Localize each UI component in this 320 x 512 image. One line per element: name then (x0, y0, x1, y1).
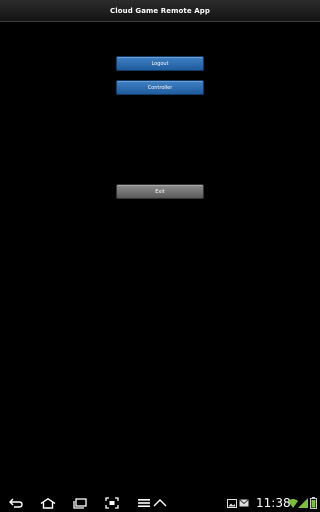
gallery-notification-icon (226, 497, 238, 509)
title-bar: Cloud Game Remote App (0, 0, 320, 22)
home-icon[interactable] (40, 497, 56, 509)
status-time: 11:38 (256, 496, 291, 510)
signal-icon (298, 497, 308, 509)
wifi-icon (288, 497, 298, 509)
app-title: Cloud Game Remote App (109, 6, 211, 15)
exit-button[interactable]: Exit (116, 184, 204, 199)
mail-notification-icon (238, 497, 250, 509)
app-screen: Cloud Game Remote App Logout Controller … (0, 0, 320, 512)
chevron-up-icon[interactable] (152, 497, 168, 509)
screenshot-icon[interactable] (104, 497, 120, 509)
battery-icon (308, 497, 318, 509)
logout-button[interactable]: Logout (116, 56, 204, 71)
system-navigation-bar: 11:38 (0, 494, 320, 512)
back-icon[interactable] (8, 497, 24, 509)
controller-button[interactable]: Controller (116, 80, 204, 95)
menu-icon[interactable] (136, 497, 152, 509)
recent-apps-icon[interactable] (72, 497, 88, 509)
